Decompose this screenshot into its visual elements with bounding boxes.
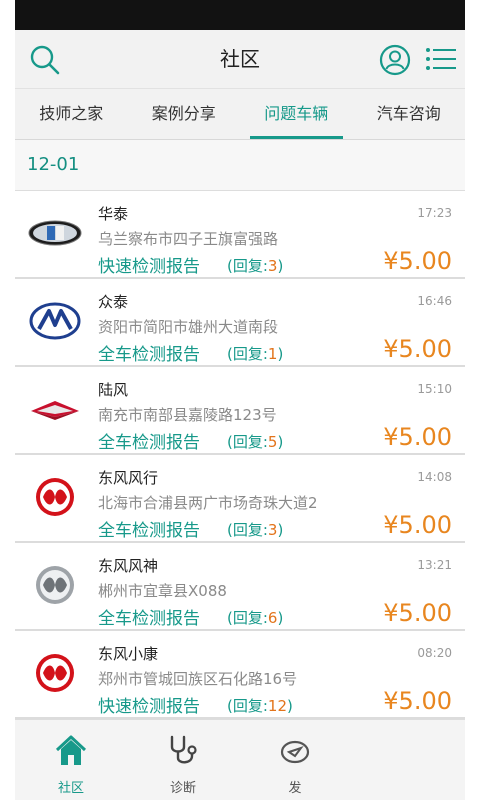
nav-community[interactable]: 社区 xyxy=(15,720,127,800)
nav-label: 诊断 xyxy=(169,781,196,796)
post-time: 17:23 xyxy=(417,206,452,220)
huatai-logo xyxy=(28,220,82,246)
list-item[interactable]: 华泰 17:23 乌兰察布市四子王旗富强路 快速检测报告 (回复:3) ¥5.0… xyxy=(15,191,465,279)
report-type: 全车检测报告 xyxy=(98,521,200,541)
address: 北海市合浦县两广市场奇珠大道2 xyxy=(98,494,318,512)
reply-suffix: ) xyxy=(277,609,284,627)
reply-count: (回复:3) xyxy=(227,519,283,540)
reply-suffix: ) xyxy=(277,521,284,539)
tab-technician-home[interactable]: 技师之家 xyxy=(15,89,128,139)
reply-suffix: ) xyxy=(277,345,284,363)
tab-case-sharing[interactable]: 案例分享 xyxy=(128,89,241,139)
price: ¥5.00 xyxy=(383,687,452,715)
reply-count: (回复:5) xyxy=(227,431,283,452)
zotye-logo xyxy=(29,302,81,340)
reply-count: (回复:12) xyxy=(227,695,293,716)
report-type: 全车检测报告 xyxy=(98,433,200,453)
brand-name: 陆风 xyxy=(98,381,129,399)
vehicle-list: 华泰 17:23 乌兰察布市四子王旗富强路 快速检测报告 (回复:3) ¥5.0… xyxy=(15,191,465,719)
list-item[interactable]: 东风小康 08:20 郑州市管城回族区石化路16号 快速检测报告 (回复:12)… xyxy=(15,631,465,719)
user-icon[interactable] xyxy=(379,44,411,76)
price: ¥5.00 xyxy=(383,335,452,363)
reply-count: (回复:1) xyxy=(227,343,283,364)
reply-prefix: (回复: xyxy=(227,345,268,363)
reply-number: 12 xyxy=(267,697,287,715)
brand-name: 东风风神 xyxy=(98,557,159,575)
reply-suffix: ) xyxy=(277,257,284,275)
price: ¥5.00 xyxy=(383,511,452,539)
landwind-logo xyxy=(31,401,79,420)
list-item[interactable]: 陆风 15:10 南充市南部县嘉陵路123号 全车检测报告 (回复:5) ¥5.… xyxy=(15,367,465,455)
post-time: 13:21 xyxy=(417,558,452,572)
brand-name: 众泰 xyxy=(98,293,129,311)
address: 郴州市宜章县X088 xyxy=(98,582,227,600)
list-item[interactable]: 东风风神 13:21 郴州市宜章县X088 全车检测报告 (回复:6) ¥5.0… xyxy=(15,543,465,631)
reply-prefix: (回复: xyxy=(227,697,268,715)
tab-problem-vehicles[interactable]: 问题车辆 xyxy=(240,89,353,139)
category-tabs: 技师之家 案例分享 问题车辆 汽车咨询 xyxy=(15,89,465,140)
send-icon xyxy=(280,740,310,764)
price: ¥5.00 xyxy=(383,599,452,627)
brand-name: 华泰 xyxy=(98,205,129,223)
nav-label: 发 xyxy=(288,781,302,796)
menu-list-icon[interactable] xyxy=(426,47,456,71)
nav-diagnosis[interactable]: 诊断 xyxy=(127,720,239,800)
date-header: 12-01 xyxy=(15,140,465,191)
app-header: 社区 xyxy=(15,30,465,89)
brand-name: 东风小康 xyxy=(98,645,159,663)
report-type: 全车检测报告 xyxy=(98,609,200,629)
address: 南充市南部县嘉陵路123号 xyxy=(98,406,277,424)
dongfeng-silver-logo xyxy=(36,566,74,604)
address: 乌兰察布市四子王旗富强路 xyxy=(98,230,279,248)
dongfeng-red-logo xyxy=(36,478,74,516)
reply-prefix: (回复: xyxy=(227,257,268,275)
price: ¥5.00 xyxy=(383,423,452,451)
post-time: 08:20 xyxy=(417,646,452,660)
price: ¥5.00 xyxy=(383,247,452,275)
report-type: 全车检测报告 xyxy=(98,345,200,365)
dongfeng-red-logo xyxy=(36,654,74,692)
nav-publish[interactable]: 发 xyxy=(239,720,351,800)
list-item[interactable]: 东风风行 14:08 北海市合浦县两广市场奇珠大道2 全车检测报告 (回复:3)… xyxy=(15,455,465,543)
reply-suffix: ) xyxy=(287,697,293,715)
reply-prefix: (回复: xyxy=(227,609,268,627)
reply-count: (回复:3) xyxy=(227,255,283,276)
address: 郑州市管城回族区石化路16号 xyxy=(98,670,298,688)
post-time: 15:10 xyxy=(417,382,452,396)
post-time: 16:46 xyxy=(417,294,452,308)
reply-suffix: ) xyxy=(277,433,284,451)
status-bar xyxy=(15,0,465,30)
brand-name: 东风风行 xyxy=(98,469,159,487)
reply-prefix: (回复: xyxy=(227,521,268,539)
report-type: 快速检测报告 xyxy=(98,697,200,717)
stethoscope-icon xyxy=(170,735,197,764)
tab-car-consulting[interactable]: 汽车咨询 xyxy=(353,89,466,139)
reply-count: (回复:6) xyxy=(227,607,283,628)
address: 资阳市简阳市雄州大道南段 xyxy=(98,318,279,336)
nav-label: 社区 xyxy=(57,781,84,796)
app-frame: 社区 技师之家 案例分享 问题车辆 汽车咨询 12-01 华泰 17:23 乌兰… xyxy=(15,0,465,800)
report-type: 快速检测报告 xyxy=(98,257,200,277)
post-time: 14:08 xyxy=(417,470,452,484)
reply-prefix: (回复: xyxy=(227,433,268,451)
list-item[interactable]: 众泰 16:46 资阳市简阳市雄州大道南段 全车检测报告 (回复:1) ¥5.0… xyxy=(15,279,465,367)
bottom-nav: 社区 诊断 发 xyxy=(15,719,465,800)
home-icon xyxy=(55,735,87,765)
